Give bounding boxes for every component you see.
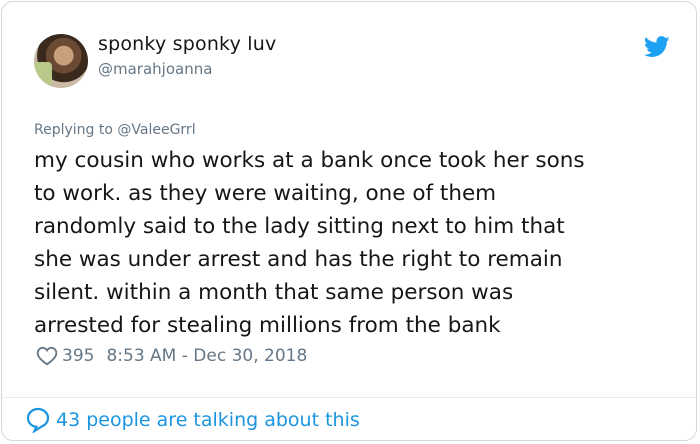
replying-to-label: Replying to	[34, 122, 113, 138]
display-name[interactable]: sponky sponky luv	[98, 33, 276, 55]
twitter-bird-icon[interactable]	[644, 36, 670, 58]
talking-about-label[interactable]: 43 people are talking about this	[56, 409, 360, 431]
speech-bubble-icon	[26, 407, 50, 433]
timestamp[interactable]: 8:53 AM - Dec 30, 2018	[106, 346, 307, 366]
tweet-line: my cousin who works at a bank once took …	[34, 148, 585, 173]
tweet-line: arrested for stealing millions from the …	[34, 313, 501, 338]
tweet-card[interactable]: sponky sponky luv @marahjoanna Replying …	[1, 1, 697, 441]
tweet-text: my cousin who works at a bank once took …	[34, 144, 674, 342]
user-handle[interactable]: @marahjoanna	[98, 60, 212, 78]
divider	[2, 397, 696, 398]
tweet-line: she was under arrest and has the right t…	[34, 247, 563, 272]
reply-mention-link[interactable]: @ValeeGrrl	[117, 122, 195, 138]
tweet-line: randomly said to the lady sitting next t…	[34, 214, 565, 239]
tweet-line: silent. within a month that same person …	[34, 280, 514, 305]
heart-outline-icon[interactable]	[36, 346, 58, 366]
tweet-line: to work. as they were waiting, one of th…	[34, 181, 497, 206]
tweet-meta: 395 8:53 AM - Dec 30, 2018	[36, 346, 307, 366]
replying-to: Replying to @ValeeGrrl	[34, 122, 196, 138]
like-count[interactable]: 395	[62, 346, 94, 366]
avatar[interactable]	[34, 34, 88, 88]
conversation-link[interactable]: 43 people are talking about this	[26, 407, 360, 433]
